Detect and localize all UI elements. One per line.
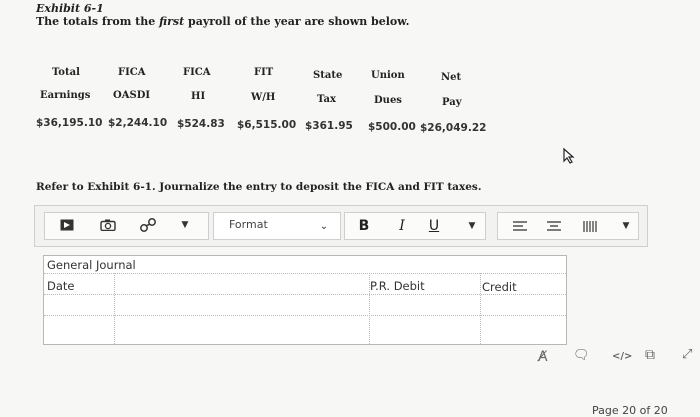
mouse-cursor-icon [563, 147, 575, 164]
header-earnings: Earnings [40, 90, 91, 101]
header-wh: W/H [251, 92, 276, 103]
spellcheck-icon[interactable]: A̸ [538, 349, 548, 365]
header-hi: HI [191, 91, 206, 102]
page-indicator: Page 20 of 20 [592, 404, 668, 417]
value-total-earnings: $36,195.10 [36, 117, 103, 129]
header-fica-1: FICA [118, 67, 146, 78]
format-select-label: Format [229, 218, 268, 231]
value-union-dues: $500.00 [368, 121, 416, 133]
header-tax: Tax [317, 94, 336, 105]
insert-dropdown-icon[interactable]: ▼ [178, 218, 192, 232]
journal-divider-1 [44, 273, 566, 274]
header-dues: Dues [374, 95, 402, 106]
code-icon[interactable]: </> [612, 351, 632, 362]
chevron-down-icon: ⌄ [319, 220, 329, 232]
camera-icon[interactable] [98, 217, 118, 233]
exhibit-subtitle-em: first [159, 15, 185, 28]
header-pay: Pay [442, 97, 462, 108]
header-net: Net [441, 72, 462, 83]
journal-col-credit: Credit [482, 280, 517, 294]
align-center-icon[interactable] [545, 218, 563, 234]
image-icon[interactable] [58, 217, 76, 233]
comment-icon[interactable]: 🗨 [573, 348, 590, 363]
value-fica-oasdi: $2,244.10 [108, 117, 168, 129]
value-net-pay: $26,049.22 [420, 122, 487, 134]
value-fit-wh: $6,515.00 [237, 119, 297, 131]
journal-col-divider-date [114, 273, 115, 344]
exhibit-subtitle-pre: The totals from the [36, 15, 160, 28]
exhibit-title: Exhibit 6-1 [36, 2, 104, 15]
header-state: State [313, 70, 343, 81]
journal-col-date: Date [47, 279, 75, 293]
header-total: Total [52, 67, 80, 78]
underline-button[interactable]: U [425, 217, 443, 235]
question-text: Refer to Exhibit 6-1. Journalize the ent… [36, 181, 482, 193]
journal-title: General Journal [47, 258, 136, 272]
value-fica-hi: $524.83 [177, 118, 225, 130]
header-union: Union [371, 70, 405, 81]
link-icon[interactable] [136, 215, 160, 235]
value-state-tax: $361.95 [305, 120, 353, 132]
journal-divider-2 [44, 294, 566, 295]
text-style-dropdown-icon[interactable]: ▼ [465, 219, 479, 233]
fullscreen-icon[interactable]: ⤢ [682, 347, 692, 362]
journal-divider-3 [44, 315, 566, 316]
header-fica-2: FICA [183, 67, 211, 78]
exhibit-subtitle-post: payroll of the year are shown below. [184, 15, 410, 28]
header-fit: FIT [254, 67, 274, 78]
lists-dropdown-icon[interactable]: ▼ [619, 219, 633, 233]
journal-col-pr-debit: P.R. Debit [370, 279, 425, 293]
header-oasdi: OASDI [113, 90, 151, 101]
journal-col-divider-credit [480, 273, 481, 344]
align-left-icon[interactable] [511, 218, 529, 234]
exhibit-subtitle: The totals from the first payroll of the… [36, 15, 409, 28]
list-icon[interactable] [581, 218, 599, 234]
bold-button[interactable]: B [355, 217, 373, 235]
search-replace-icon[interactable]: ⧉ [645, 347, 655, 363]
italic-button[interactable]: I [393, 217, 411, 235]
